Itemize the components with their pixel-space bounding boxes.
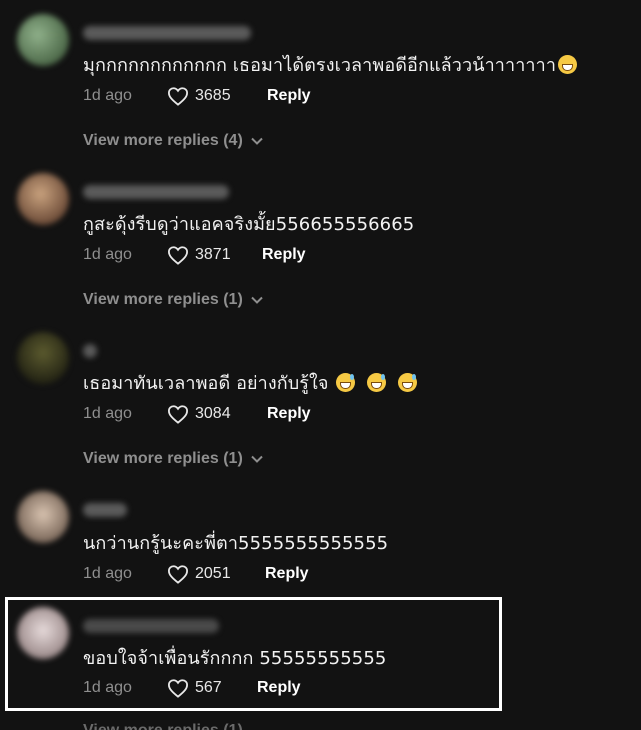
grinning-sweat-icon (367, 373, 387, 392)
heart-icon (167, 679, 189, 698)
view-more-replies-label: View more replies (1) (83, 291, 243, 308)
timestamp: 1d ago (83, 405, 132, 422)
like-count: 2051 (195, 565, 231, 582)
comment-meta: 1d ago 3685 Reply (83, 85, 311, 107)
reply-button[interactable]: Reply (267, 87, 311, 105)
username-blurred[interactable] (83, 26, 251, 40)
timestamp: 1d ago (83, 679, 132, 696)
chevron-down-icon (251, 296, 263, 304)
like-count: 3084 (195, 405, 231, 422)
like-count: 3685 (195, 87, 231, 104)
comment-text-content: กูสะดุ้งรีบดูว่าแอคจริงมั้ย556655556665 (83, 214, 415, 235)
heart-icon (167, 246, 189, 265)
view-more-replies[interactable]: View more replies (1) (83, 291, 263, 309)
timestamp: 1d ago (83, 246, 132, 263)
heart-icon (167, 565, 189, 584)
view-more-replies-label: View more replies (1) (83, 722, 243, 730)
view-more-replies[interactable]: View more replies (4) (83, 132, 263, 150)
username-blurred[interactable] (83, 185, 229, 199)
timestamp: 1d ago (83, 565, 132, 582)
view-more-replies-label: View more replies (1) (83, 450, 243, 467)
like-button[interactable]: 3084 (167, 404, 267, 424)
like-button[interactable]: 567 (167, 678, 257, 698)
comment-text-content: ขอบใจจ้าเพื่อนรักกกก 55555555555 (83, 648, 387, 669)
timestamp: 1d ago (83, 87, 132, 104)
view-more-replies[interactable]: View more replies (1) (83, 450, 263, 468)
heart-icon (167, 405, 189, 424)
avatar[interactable] (17, 173, 69, 225)
like-button[interactable]: 3871 (167, 245, 262, 265)
comment-text-content: นกว่านกรู้นะคะพี่ตา5555555555555 (83, 533, 389, 554)
comment-text-content: มุกกกกกกกกกกกก เธอมาได้ตรงเวลาพอดีอีกแล้… (83, 55, 557, 76)
avatar[interactable] (17, 332, 69, 384)
comment-text-content: เธอมาทันเวลาพอดี อย่างกับรู้ใจ (83, 373, 329, 394)
reply-button[interactable]: Reply (265, 565, 309, 583)
comment-meta: 1d ago 567 Reply (83, 677, 301, 699)
reply-button[interactable]: Reply (262, 246, 306, 264)
reply-button[interactable]: Reply (267, 405, 311, 423)
grinning-sweat-icon (398, 373, 418, 392)
username-blurred[interactable] (83, 503, 127, 517)
grinning-face-icon (558, 55, 578, 74)
reply-button[interactable]: Reply (257, 679, 301, 697)
comment-text: เธอมาทันเวลาพอดี อย่างกับรู้ใจ (83, 368, 418, 397)
avatar[interactable] (17, 607, 69, 659)
comment-text: นกว่านกรู้นะคะพี่ตา5555555555555 (83, 528, 388, 557)
heart-icon (167, 87, 189, 106)
chevron-down-icon (251, 455, 263, 463)
view-more-replies-cutoff[interactable]: View more replies (1) (83, 722, 243, 730)
comment-text: มุกกกกกกกกกกกก เธอมาได้ตรงเวลาพอดีอีกแล้… (83, 50, 578, 79)
grinning-sweat-icon (336, 373, 356, 392)
like-count: 3871 (195, 246, 231, 263)
username-blurred[interactable] (83, 344, 97, 358)
like-count: 567 (195, 679, 222, 696)
comment-meta: 1d ago 3084 Reply (83, 403, 311, 425)
username-blurred[interactable] (83, 619, 219, 633)
comment-meta: 1d ago 2051 Reply (83, 563, 309, 585)
view-more-replies-label: View more replies (4) (83, 132, 243, 149)
avatar[interactable] (17, 14, 69, 66)
avatar[interactable] (17, 491, 69, 543)
comment-text: กูสะดุ้งรีบดูว่าแอคจริงมั้ย556655556665 (83, 209, 414, 238)
like-button[interactable]: 2051 (167, 564, 265, 584)
comment-meta: 1d ago 3871 Reply (83, 244, 306, 266)
chevron-down-icon (251, 137, 263, 145)
like-button[interactable]: 3685 (167, 86, 267, 106)
comment-text: ขอบใจจ้าเพื่อนรักกกก 55555555555 (83, 643, 386, 672)
